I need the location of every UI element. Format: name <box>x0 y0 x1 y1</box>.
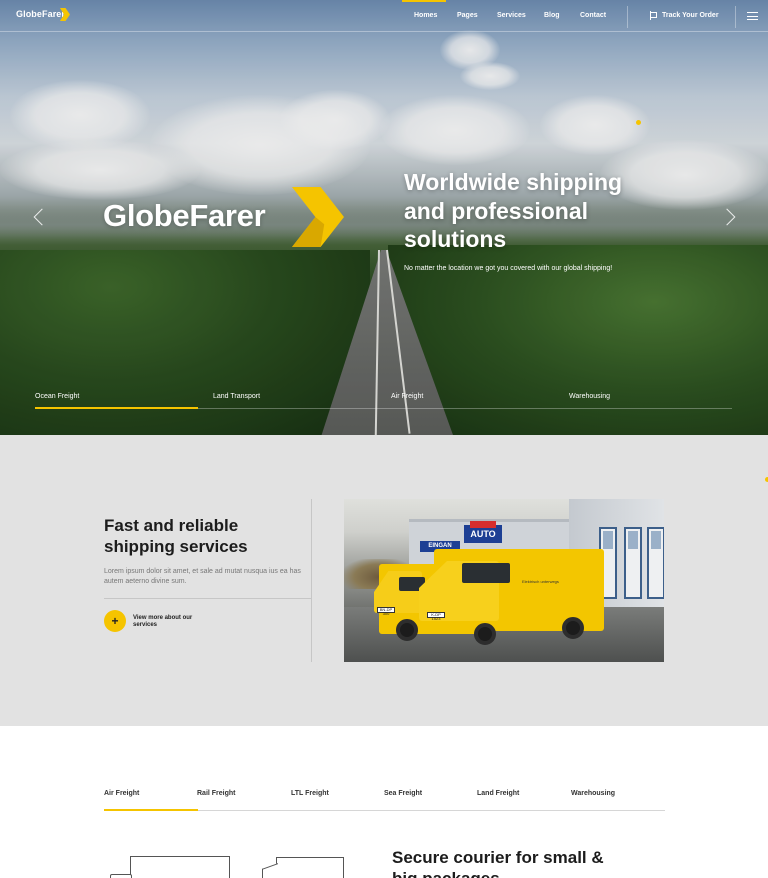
photo-van-wheel <box>396 619 418 641</box>
tab-land-freight[interactable]: Land Freight <box>477 790 519 797</box>
plus-icon[interactable]: + <box>104 610 126 632</box>
nav-item-homes[interactable]: Homes <box>402 0 457 32</box>
services-divider <box>104 598 311 599</box>
flag-icon <box>649 11 657 20</box>
nav-item-pages[interactable]: Pages <box>457 0 497 32</box>
tab-rail-freight[interactable]: Rail Freight <box>197 790 236 797</box>
hero-tab-ocean-freight[interactable]: Ocean Freight <box>35 393 200 409</box>
tab-air-freight[interactable]: Air Freight <box>104 790 200 811</box>
hero-accent-dot <box>636 120 641 125</box>
services-section: Fast and reliable shipping services Lore… <box>0 435 768 726</box>
tab-warehousing[interactable]: Warehousing <box>571 790 615 797</box>
hero-tab-land-transport[interactable]: Land Transport <box>213 393 260 400</box>
photo-van-wheel <box>474 623 496 645</box>
hero-tab-warehousing[interactable]: Warehousing <box>569 393 610 400</box>
services-vertical-divider <box>311 499 312 662</box>
nav-item-services[interactable]: Services <box>497 0 544 32</box>
delivery-vans-photo: AUTO EINGAN Elektrisch unterwegs BN-DP 3… <box>344 499 664 662</box>
track-order-link[interactable]: Track Your Order <box>649 11 719 20</box>
photo-warehouse-door <box>624 527 642 599</box>
nav-divider <box>627 6 628 28</box>
services-description: Lorem ipsum dolor sit amet, et sale ad m… <box>104 568 301 585</box>
package-illustration-detail <box>110 874 132 878</box>
hero-tab-air-freight[interactable]: Air Freight <box>391 393 423 400</box>
hero-slide-tabs: Ocean Freight Land Transport Air Freight… <box>35 393 732 411</box>
photo-license-plate: K-DP 1523 <box>427 612 445 621</box>
hero-slider: GlobeFarer Worldwide shipping and profes… <box>0 0 768 435</box>
main-menu: Homes Pages Services Blog Contact <box>402 0 620 32</box>
hero-subtitle: No matter the location we got you covere… <box>404 265 613 272</box>
nav-item-contact[interactable]: Contact <box>580 0 620 32</box>
services-title: Fast and reliable shipping services <box>104 516 248 556</box>
header-logo-text[interactable]: GlobeFarer <box>16 9 65 19</box>
package-illustration <box>276 857 344 878</box>
photo-building-sign: AUTO <box>464 521 502 543</box>
photo-van-lettering: Elektrisch unterwegs <box>522 579 559 584</box>
freight-tabs: Air Freight Rail Freight LTL Freight Sea… <box>104 790 665 812</box>
nav-divider <box>735 6 736 28</box>
courier-section-title: Secure courier for small & big packages <box>392 848 604 878</box>
hamburger-menu-icon[interactable] <box>747 12 758 20</box>
top-navigation: GlobeFarer Homes Pages Services Blog Con… <box>0 0 768 32</box>
hero-logo-text: GlobeFarer <box>103 198 266 233</box>
chevron-right-icon[interactable] <box>724 207 736 227</box>
chevron-left-icon[interactable] <box>32 207 44 227</box>
hero-heading: Worldwide shipping and professional solu… <box>404 169 623 252</box>
view-more-services-link[interactable]: View more about our services <box>133 615 203 629</box>
tab-sea-freight[interactable]: Sea Freight <box>384 790 422 797</box>
photo-license-plate: BN-DP 300 <box>377 607 395 616</box>
photo-warehouse-door <box>647 527 664 599</box>
tab-ltl-freight[interactable]: LTL Freight <box>291 790 329 797</box>
photo-van-window <box>462 563 510 583</box>
nav-item-blog[interactable]: Blog <box>544 0 580 32</box>
hero-logo-mark <box>292 187 344 247</box>
package-illustration-detail <box>262 863 278 878</box>
track-order-label: Track Your Order <box>662 12 719 19</box>
package-illustration <box>130 856 230 878</box>
photo-van-wheel <box>562 617 584 639</box>
